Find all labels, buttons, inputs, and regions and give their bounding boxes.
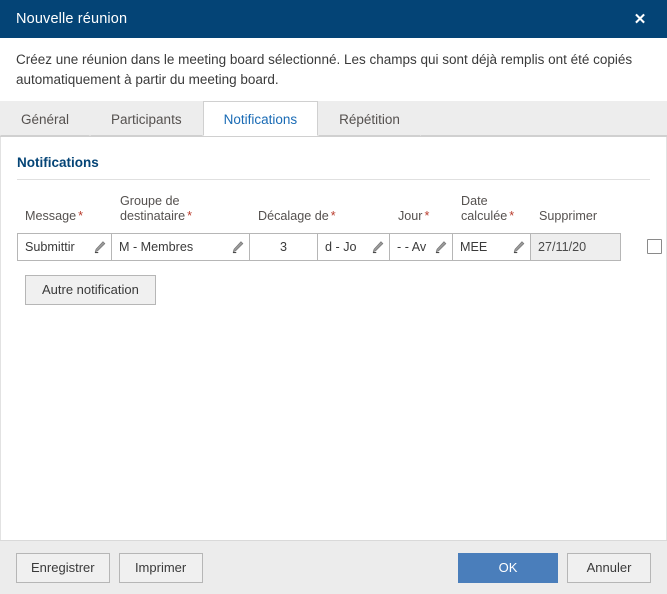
- pencil-icon[interactable]: [512, 240, 526, 254]
- new-meeting-dialog: Nouvelle réunion ✕ Créez une réunion dan…: [0, 0, 667, 594]
- cell-calculated-date: 27/11/20: [530, 232, 621, 261]
- close-icon[interactable]: ✕: [627, 6, 653, 32]
- tab-bar: Général Participants Notifications Répét…: [0, 100, 667, 137]
- section-heading-notifications: Notifications: [17, 154, 99, 170]
- table-header-row: Message * Groupe de destinataire * Décalag…: [17, 180, 662, 233]
- message-value: Submittir: [25, 239, 75, 254]
- calculated-date-field: 27/11/20: [530, 232, 621, 261]
- cell-message: Submittir: [17, 232, 112, 261]
- direction-field[interactable]: - - Av: [389, 232, 453, 261]
- day-field[interactable]: MEE: [452, 232, 531, 261]
- save-button[interactable]: Enregistrer: [16, 552, 110, 583]
- pencil-icon[interactable]: [434, 240, 448, 254]
- required-marker: *: [330, 209, 336, 224]
- offset-unit-value: d - Jo: [325, 239, 357, 254]
- offset-unit-field[interactable]: d - Jo: [317, 232, 390, 261]
- tab-participants[interactable]: Participants: [90, 100, 203, 136]
- recipient-group-field[interactable]: M - Membres: [111, 232, 250, 261]
- pencil-icon[interactable]: [231, 240, 245, 254]
- cell-offset-unit: d - Jo: [317, 232, 390, 261]
- dialog-description: Créez une réunion dans le meeting board …: [0, 38, 667, 101]
- cell-direction: - - Av: [389, 232, 453, 261]
- message-field[interactable]: Submittir: [17, 232, 112, 261]
- cancel-button[interactable]: Annuler: [567, 552, 651, 583]
- col-header-calculated-date: Date calculée *: [461, 193, 515, 224]
- dialog-title: Nouvelle réunion: [16, 11, 128, 27]
- required-marker: *: [78, 209, 84, 224]
- required-marker: *: [509, 209, 515, 224]
- cell-delete: [621, 233, 662, 261]
- ok-button[interactable]: OK: [458, 552, 558, 583]
- calculated-date-value: 27/11/20: [538, 239, 587, 254]
- pencil-icon[interactable]: [371, 240, 385, 254]
- col-header-recipient-group: Groupe de destinataire *: [120, 193, 193, 224]
- recipient-group-value: M - Membres: [119, 239, 194, 254]
- add-notification-button[interactable]: Autre notification: [25, 274, 156, 305]
- pencil-icon[interactable]: [93, 240, 107, 254]
- day-value: MEE: [460, 239, 488, 254]
- offset-number-value: 3: [279, 239, 287, 254]
- col-header-day: Jour *: [398, 209, 430, 224]
- tab-general[interactable]: Général: [0, 100, 91, 136]
- print-button[interactable]: Imprimer: [118, 552, 203, 583]
- cell-recipient-group: M - Membres: [111, 232, 250, 261]
- required-marker: *: [424, 209, 430, 224]
- dialog-titlebar: Nouvelle réunion ✕: [0, 0, 667, 38]
- cell-day: MEE: [452, 232, 531, 261]
- dialog-body: Notifications Message * Groupe de destina…: [0, 136, 667, 540]
- tab-notifications[interactable]: Notifications: [202, 100, 319, 136]
- col-header-message: Message *: [25, 209, 84, 224]
- offset-number-input[interactable]: 3: [249, 232, 318, 261]
- col-header-delete: Supprimer: [539, 209, 598, 224]
- cell-offset-number: 3: [249, 232, 318, 261]
- notifications-table: Message * Groupe de destinataire * Décalag…: [17, 180, 662, 261]
- direction-value: - - Av: [397, 239, 427, 254]
- col-header-offset: Décalage de *: [258, 209, 336, 224]
- required-marker: *: [187, 209, 193, 224]
- add-notification-row: Autre notification: [1, 261, 666, 305]
- delete-checkbox[interactable]: [647, 239, 662, 255]
- tab-filler: [420, 100, 667, 136]
- table-row: Submittir M - Membres 3 d - Jo - - Av ME…: [17, 232, 662, 261]
- tab-repetition[interactable]: Répétition: [318, 100, 421, 136]
- dialog-footer: Enregistrer Imprimer OK Annuler: [0, 540, 667, 594]
